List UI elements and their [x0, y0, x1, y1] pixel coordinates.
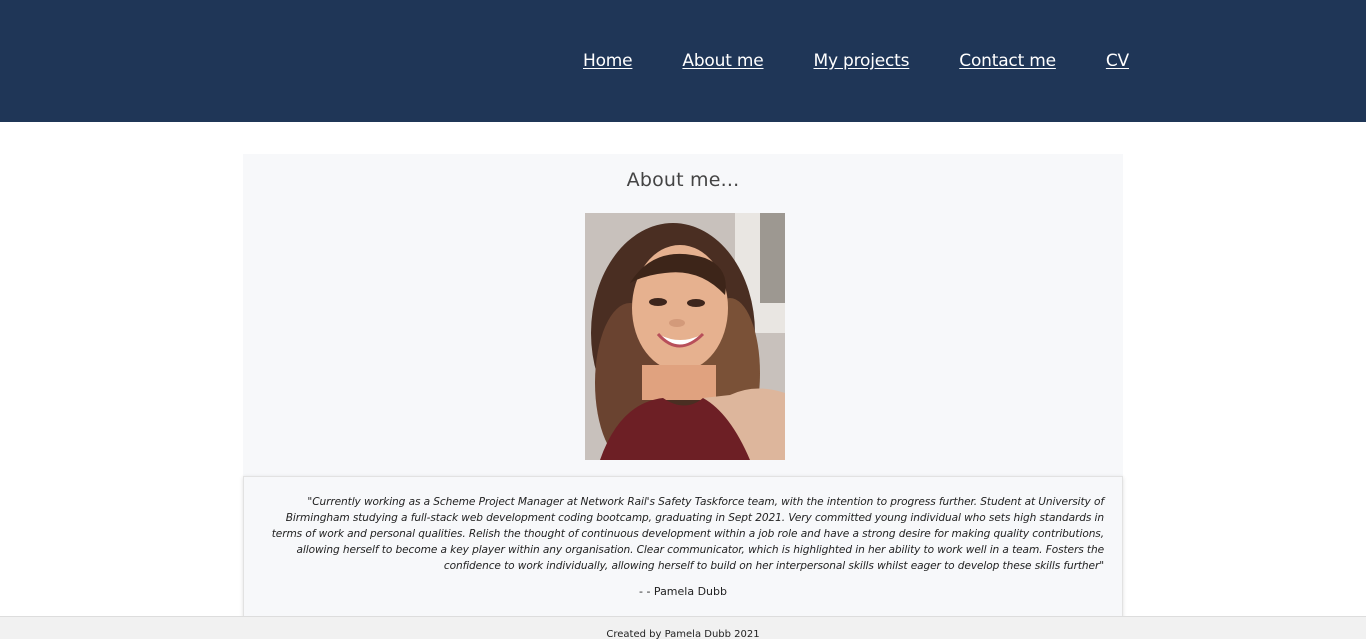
- quote-author: - - Pamela Dubb: [639, 585, 727, 598]
- nav-link-contact-me[interactable]: Contact me: [959, 51, 1056, 71]
- nav-link-cv[interactable]: CV: [1106, 51, 1129, 71]
- nav-link-home[interactable]: Home: [583, 51, 633, 71]
- about-quote: "Currently working as a Scheme Project M…: [271, 496, 1104, 572]
- site-footer: Created by Pamela Dubb 2021: [0, 616, 1366, 640]
- site-header: Home About me My projects Contact me CV: [0, 0, 1366, 122]
- footer-text: Created by Pamela Dubb 2021: [606, 629, 760, 640]
- nav-link-about-me[interactable]: About me: [682, 51, 763, 71]
- main-nav: Home About me My projects Contact me CV: [583, 51, 1129, 71]
- about-title: About me...: [626, 169, 740, 191]
- profile-photo: [585, 213, 785, 460]
- nav-link-my-projects[interactable]: My projects: [814, 51, 910, 71]
